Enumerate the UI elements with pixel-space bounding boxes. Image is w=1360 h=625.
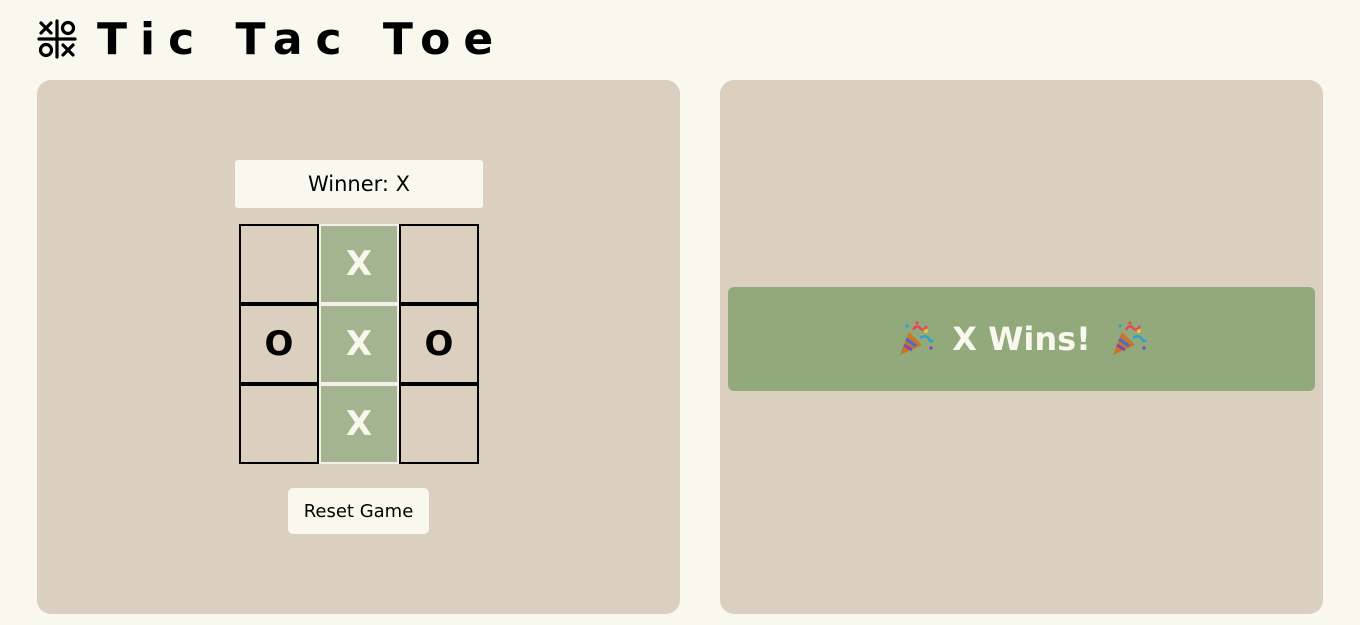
reset-game-button[interactable]: Reset Game (288, 488, 429, 534)
game-panel: Winner: X X O X O X Reset Game (37, 80, 680, 614)
party-popper-icon (900, 321, 935, 355)
board-cell[interactable] (399, 224, 479, 304)
board-cell[interactable]: X (319, 224, 399, 304)
result-panel: X Wins! (720, 80, 1323, 614)
board-cell[interactable] (239, 224, 319, 304)
game-board: X O X O X (239, 224, 479, 464)
board-cell[interactable]: X (319, 304, 399, 384)
page-title: Tic Tac Toe (97, 13, 507, 65)
board-cell[interactable]: O (399, 304, 479, 384)
tic-tac-toe-icon (37, 19, 77, 59)
party-popper-icon (1112, 321, 1147, 355)
header: Tic Tac Toe (37, 13, 507, 65)
board-cell[interactable]: X (319, 384, 399, 464)
board-cell[interactable]: O (239, 304, 319, 384)
winner-banner: X Wins! (728, 287, 1315, 391)
board-cell[interactable] (399, 384, 479, 464)
game-status: Winner: X (235, 160, 483, 208)
board-cell[interactable] (239, 384, 319, 464)
winner-message: X Wins! (952, 320, 1091, 358)
